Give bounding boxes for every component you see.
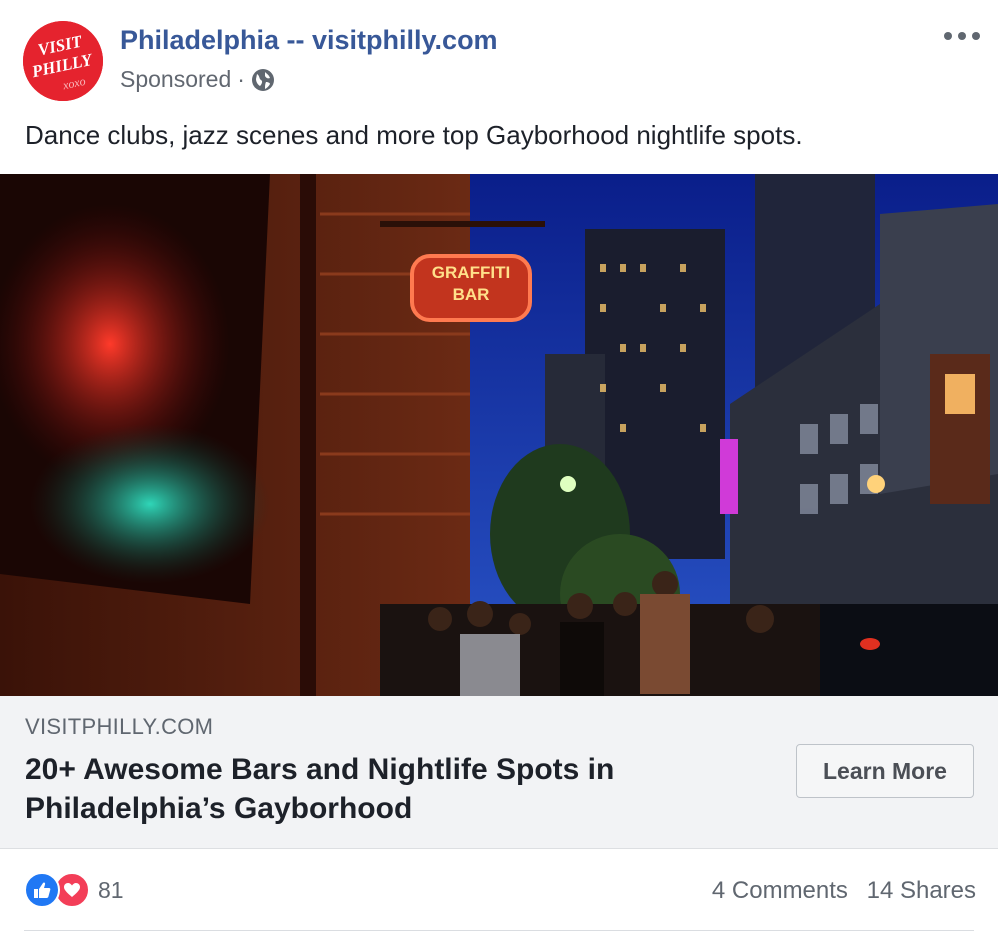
reaction-count: 81 xyxy=(98,876,124,903)
page-name-link[interactable]: Philadelphia -- visitphilly.com xyxy=(120,25,498,56)
meta-separator: · xyxy=(237,66,245,92)
svg-text:GRAFFITI: GRAFFITI xyxy=(432,263,510,282)
svg-text:BAR: BAR xyxy=(453,285,490,304)
link-preview[interactable]: VISITPHILLY.COM 20+ Awesome Bars and Nig… xyxy=(0,696,998,849)
ellipsis-dot xyxy=(972,32,980,40)
visit-philly-logo: VISIT PHILLY xoxo xyxy=(23,21,103,101)
like-icon xyxy=(24,872,60,908)
reaction-summary[interactable]: 81 xyxy=(24,872,124,908)
post-text: Dance clubs, jazz scenes and more top Ga… xyxy=(25,120,803,150)
globe-icon[interactable] xyxy=(251,68,275,92)
post-image[interactable]: GRAFFITI BAR xyxy=(0,174,998,696)
divider xyxy=(24,930,974,931)
nightlife-street-photo: GRAFFITI BAR xyxy=(0,174,998,696)
sponsored-post: VISIT PHILLY xoxo Philadelphia -- visitp… xyxy=(0,0,998,936)
sponsored-label[interactable]: Sponsored xyxy=(120,66,231,93)
ellipsis-dot xyxy=(944,32,952,40)
learn-more-button[interactable]: Learn More xyxy=(796,744,974,798)
engagement-counts: 4 Comments 14 Shares xyxy=(712,877,976,905)
comments-count-link[interactable]: 4 Comments xyxy=(712,877,848,904)
more-options-ellipsis-icon[interactable] xyxy=(944,24,980,48)
shares-count-link[interactable]: 14 Shares xyxy=(867,877,976,904)
page-avatar[interactable]: VISIT PHILLY xoxo xyxy=(23,21,103,101)
ellipsis-dot xyxy=(958,32,966,40)
link-domain: VISITPHILLY.COM xyxy=(25,714,214,739)
link-headline[interactable]: 20+ Awesome Bars and Nightlife Spots in … xyxy=(25,750,745,828)
post-meta: Sponsored · xyxy=(120,66,275,93)
